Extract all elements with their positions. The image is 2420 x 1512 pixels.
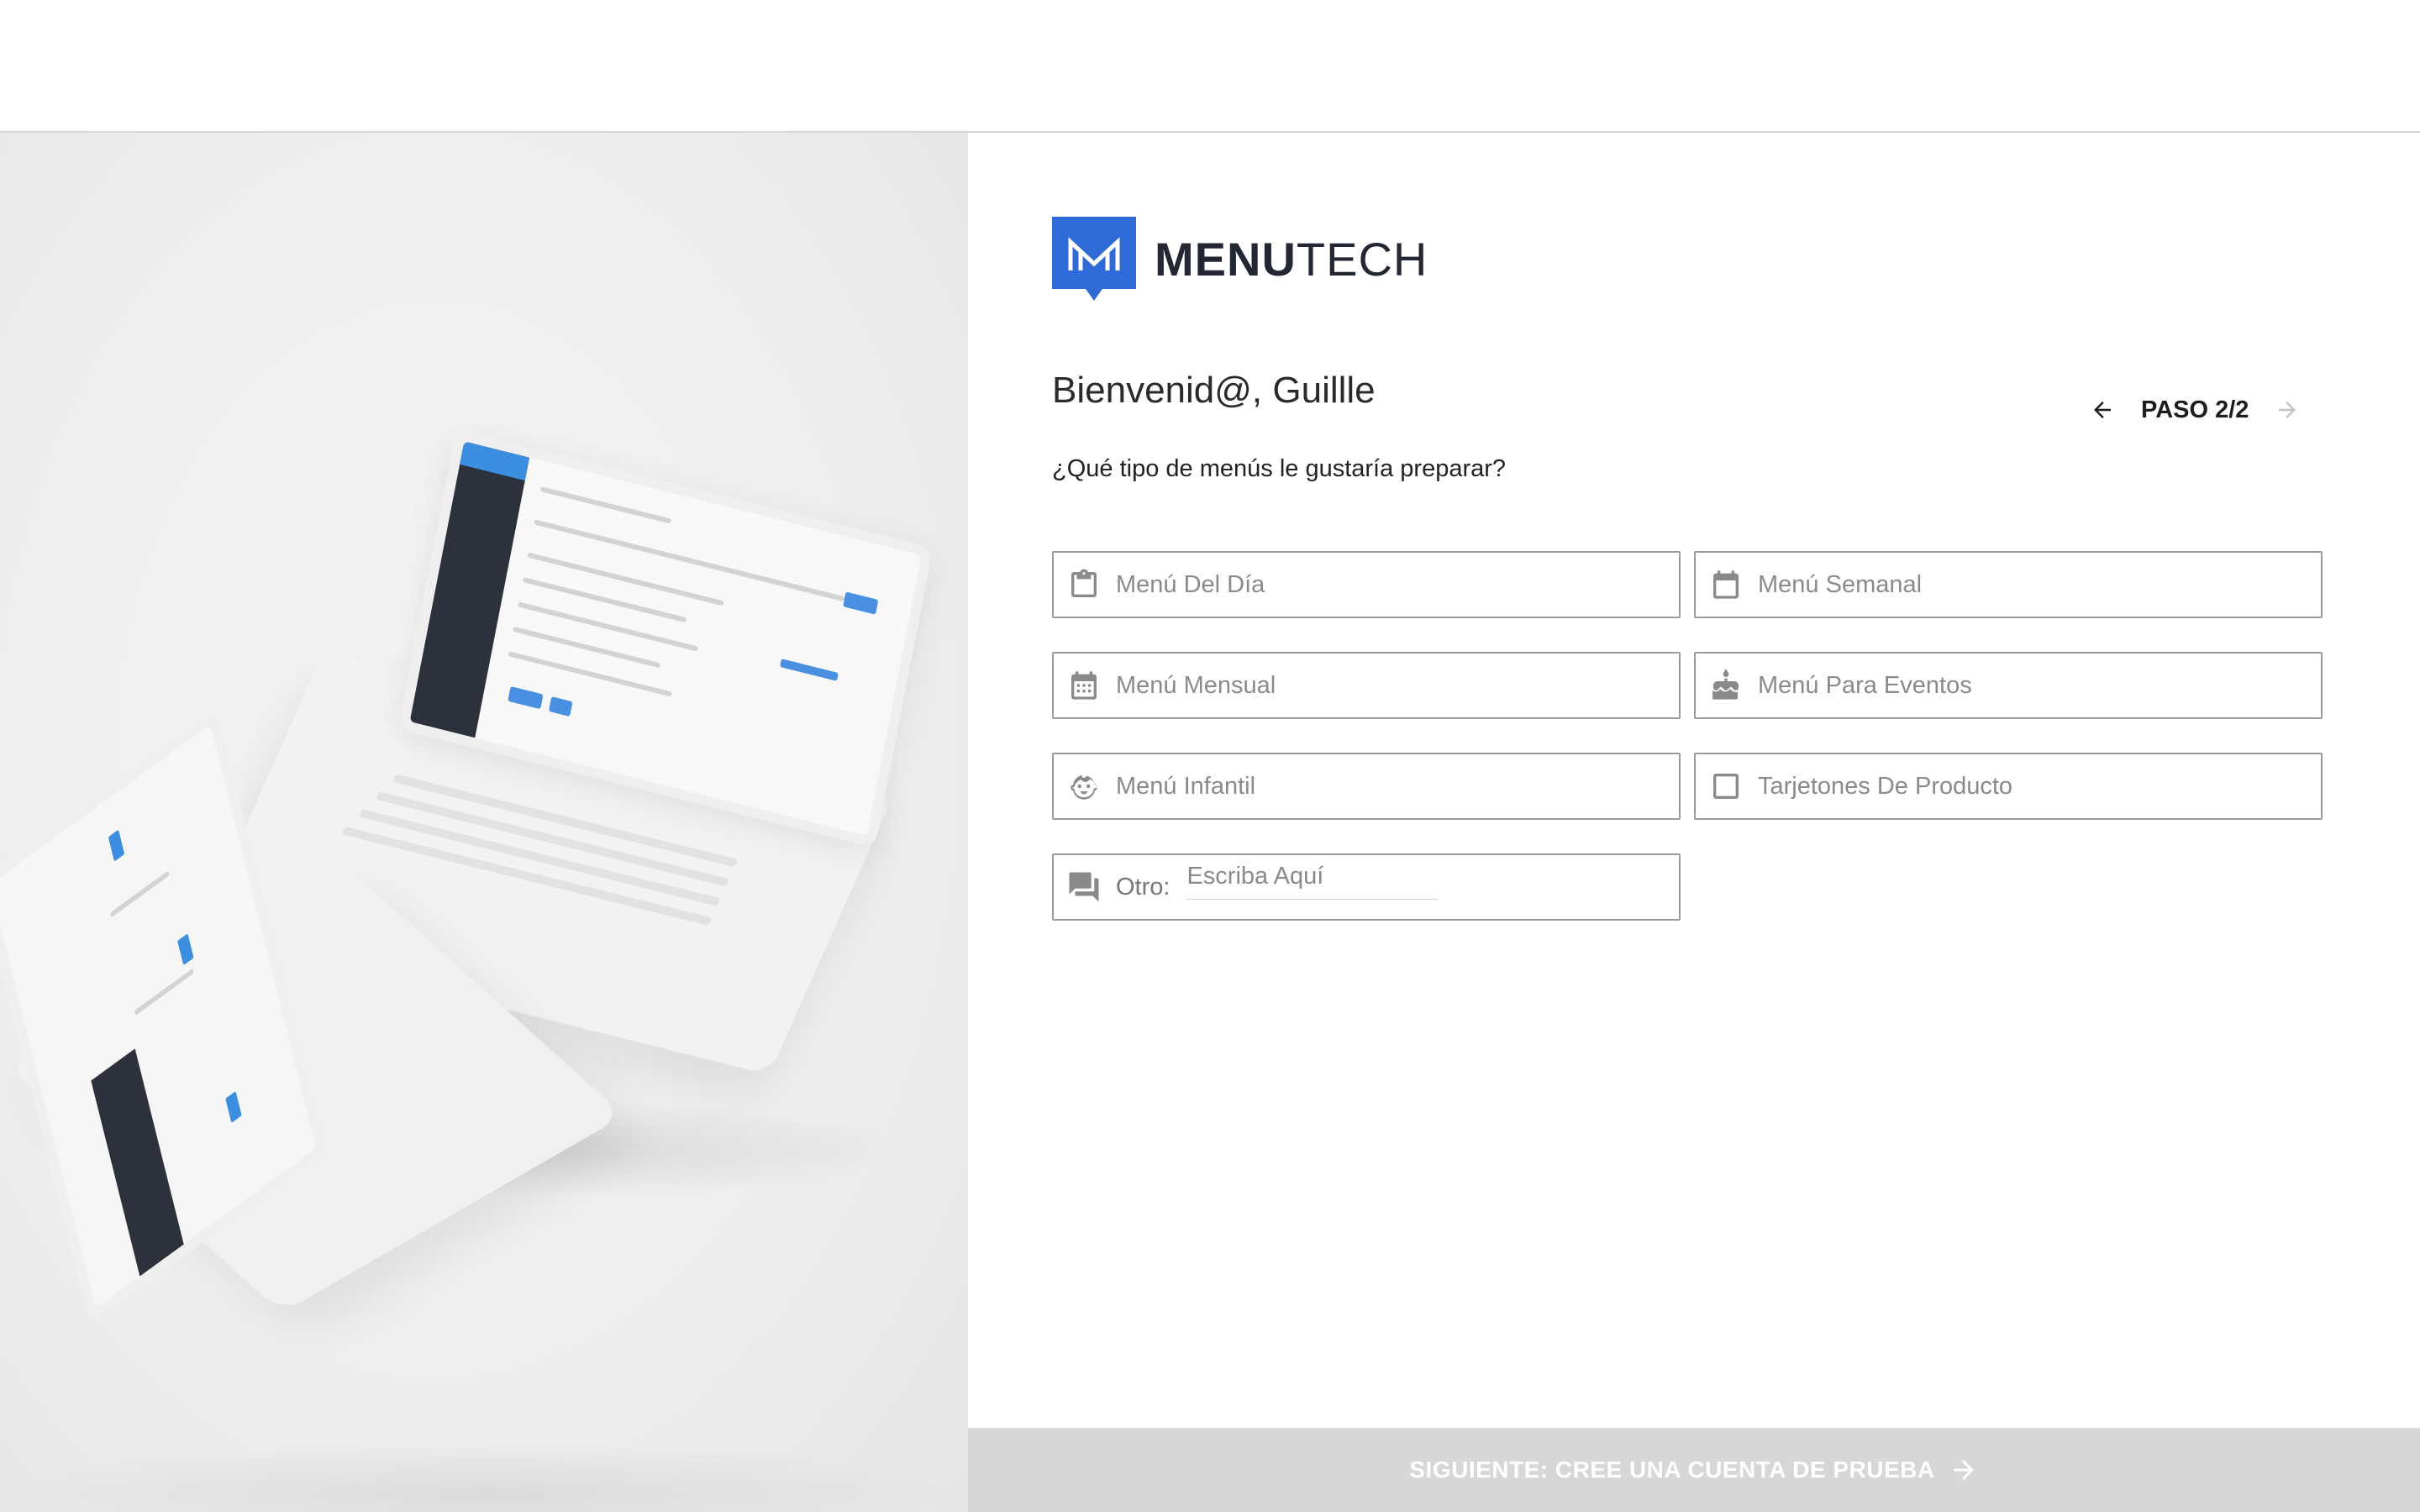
brand-logo: MENUTECH	[1052, 217, 1428, 301]
cake-icon	[1707, 667, 1744, 704]
screen-sidebar	[91, 1048, 188, 1293]
welcome-heading: Bienvenid@, Guillle	[1052, 370, 1376, 411]
option-label: Menú Para Eventos	[1758, 671, 1972, 699]
onboarding-panel: MENUTECH Bienvenid@, Guillle PASO 2/2 ¿Q…	[968, 133, 2420, 1512]
next-create-trial-account-button[interactable]: SIGUIENTE: CREE UNA CUENTA DE PRUEBA	[968, 1428, 2420, 1512]
screen-button	[508, 685, 544, 710]
option-label: Menú Infantil	[1116, 772, 1256, 800]
next-step-button[interactable]	[2270, 393, 2304, 427]
calendar-icon	[1707, 566, 1744, 603]
option-label: Menú Del Día	[1116, 570, 1265, 598]
child-face-icon	[1065, 768, 1102, 805]
screen-line	[517, 601, 698, 652]
chat-icon	[1065, 869, 1102, 906]
menutech-logo-icon	[1052, 217, 1136, 301]
option-otro[interactable]: Otro:	[1052, 853, 1681, 921]
screen-blue-marker	[108, 829, 125, 862]
brand-wordmark: MENUTECH	[1155, 232, 1428, 286]
screen-line	[508, 651, 672, 697]
question-text: ¿Qué tipo de menús le gustaría preparar?	[1052, 455, 1507, 482]
brand-name-light: TECH	[1296, 232, 1428, 286]
footer-button-label: SIGUIENTE: CREE UNA CUENTA DE PRUEBA	[1409, 1457, 1935, 1483]
option-menu-semanal[interactable]: Menú Semanal	[1694, 551, 2323, 618]
arrow-left-icon	[2094, 402, 2111, 418]
option-label: Menú Mensual	[1116, 671, 1276, 699]
calendar-icon	[1065, 667, 1102, 704]
screen-blue-marker	[177, 933, 194, 966]
option-menu-infantil[interactable]: Menú Infantil	[1052, 753, 1681, 820]
step-indicator: PASO 2/2	[2141, 396, 2249, 423]
keyboard-row	[375, 791, 730, 887]
screen-button	[843, 591, 879, 615]
option-tarjetones-de-producto[interactable]: Tarjetones De Producto	[1694, 753, 2323, 820]
screen-line	[539, 486, 672, 524]
screen-button	[780, 659, 839, 681]
option-menu-para-eventos[interactable]: Menú Para Eventos	[1694, 652, 2323, 719]
checkbox-icon	[1707, 768, 1744, 805]
clipboard-icon	[1065, 566, 1102, 603]
step-navigator: PASO 2/2	[2086, 393, 2304, 427]
otro-text-input[interactable]	[1186, 863, 1439, 900]
screen-line	[522, 576, 687, 623]
hero-illustration-panel	[0, 133, 968, 1512]
option-label: Tarjetones De Producto	[1758, 772, 2013, 800]
floor-shadow	[0, 1443, 968, 1512]
arrow-right-icon	[1949, 1455, 1979, 1485]
arrow-right-icon	[2279, 402, 2296, 418]
keyboard-row	[358, 809, 721, 906]
screen-button	[548, 696, 573, 717]
screen-blue-marker	[225, 1090, 242, 1123]
previous-step-button[interactable]	[2086, 393, 2119, 427]
option-menu-del-dia[interactable]: Menú Del Día	[1052, 551, 1681, 618]
option-label: Menú Semanal	[1758, 570, 1923, 598]
option-menu-mensual[interactable]: Menú Mensual	[1052, 652, 1681, 719]
screen-line	[534, 519, 845, 602]
top-bar	[0, 0, 2420, 133]
brand-name-bold: MENU	[1155, 232, 1297, 286]
otro-label: Otro:	[1116, 873, 1171, 900]
screen-line	[134, 968, 194, 1016]
screen-line	[109, 870, 170, 918]
